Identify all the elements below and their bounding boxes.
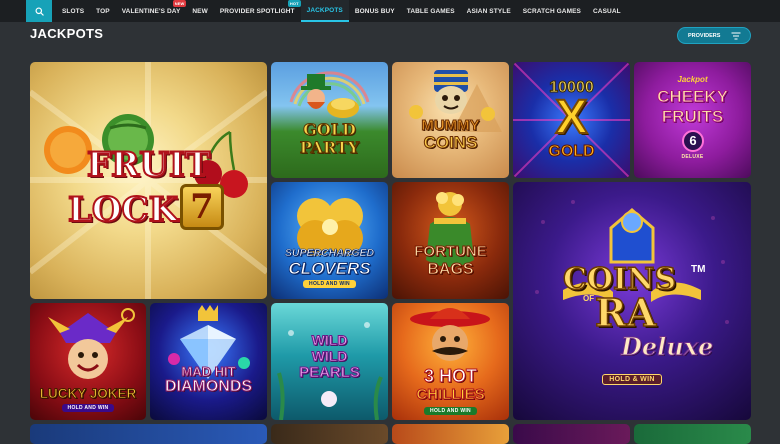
of-label: OF <box>583 294 595 303</box>
game-subtitle: HOLD AND WIN <box>271 280 388 288</box>
game-subtitle: HOLD AND WIN <box>30 404 146 412</box>
game-title-line2: PARTY <box>299 138 360 157</box>
game-title: WILD <box>311 332 348 348</box>
game-tile-lucky-joker[interactable]: LUCKY JOKER HOLD AND WIN <box>30 303 146 420</box>
game-tile-coins-of-ra-deluxe[interactable]: COINS TM OF RA Deluxe HOLD & WIN <box>513 182 751 420</box>
game-tile-3-hot-chillies[interactable]: 3 HOT CHILLIES HOLD AND WIN <box>392 303 509 420</box>
game-title: FRUIT <box>86 145 211 185</box>
game-tile-partial-5[interactable] <box>634 424 751 444</box>
game-subtitle: HOLD AND WIN <box>392 407 509 415</box>
joker-artwork <box>48 308 135 379</box>
game-tile-partial-4[interactable] <box>513 424 630 444</box>
game-tile-wild-wild-pearls[interactable]: WILD WILD PEARLS <box>271 303 388 420</box>
game-title-line3: GOLD <box>548 143 595 160</box>
game-tile-cheeky-fruits[interactable]: Jackpot CHEEKY FRUITS 6 DELUXE <box>634 62 751 178</box>
game-title-line2: FRUITS <box>661 107 724 126</box>
game-title: CHEEKY <box>657 87 729 106</box>
bag-artwork <box>426 192 474 267</box>
trademark: TM <box>691 264 706 275</box>
game-title: GOLD <box>303 120 357 139</box>
game-title: LUCKY JOKER <box>39 386 137 401</box>
game-title-line3: Deluxe <box>620 332 714 362</box>
game-tile-partial-3[interactable] <box>392 424 509 444</box>
game-title-line3: PEARLS <box>299 364 361 381</box>
game-title: FORTUNE <box>414 243 488 260</box>
game-tile-mummy-coins[interactable]: MUMMY COINS <box>392 62 509 178</box>
game-title-line2: CLOVERS <box>288 259 371 278</box>
game-tile-supercharged-clovers[interactable]: SUPERCHARGED CLOVERS HOLD AND WIN <box>271 182 388 299</box>
game-tile-partial-2[interactable] <box>271 424 388 444</box>
game-tile-fruit-lock-7[interactable]: FRUIT LOCK 7 <box>30 62 267 299</box>
game-tile-gold-party[interactable]: GOLD PARTY <box>271 62 388 178</box>
game-subtitle: DELUXE <box>681 154 704 160</box>
six-badge: 6 <box>682 130 704 152</box>
game-title-line2: COINS <box>423 133 478 152</box>
game-title-line2: WILD <box>311 348 348 364</box>
diamond-artwork <box>168 305 250 379</box>
game-title: MUMMY <box>421 117 480 134</box>
game-title: SUPERCHARGED <box>284 247 375 259</box>
game-tile-mad-hit-diamonds[interactable]: MAD HIT DIAMONDS <box>150 303 267 420</box>
game-title: MAD HIT <box>181 364 236 379</box>
game-tile-partial-1[interactable] <box>30 424 267 444</box>
games-grid: FRUIT LOCK 7 GOLD PARTY MUMMY COINS 1000… <box>0 0 780 444</box>
seven-badge: 7 <box>180 184 224 230</box>
game-title-line2: DIAMONDS <box>164 378 253 395</box>
jackpot-label: Jackpot <box>677 75 708 84</box>
game-title: 3 HOT <box>423 366 477 386</box>
game-title-line2: X <box>554 91 588 144</box>
game-title-line2: LOCK <box>67 189 179 231</box>
game-subtitle: HOLD & WIN <box>513 374 751 385</box>
game-title-line2: BAGS <box>427 261 474 278</box>
game-title-line2: CHILLIES <box>416 386 485 403</box>
game-tile-10000-x-gold[interactable]: 10000 X GOLD <box>513 62 630 178</box>
game-tile-fortune-bags[interactable]: FORTUNE BAGS <box>392 182 509 299</box>
game-title-line2: RA <box>594 289 657 336</box>
